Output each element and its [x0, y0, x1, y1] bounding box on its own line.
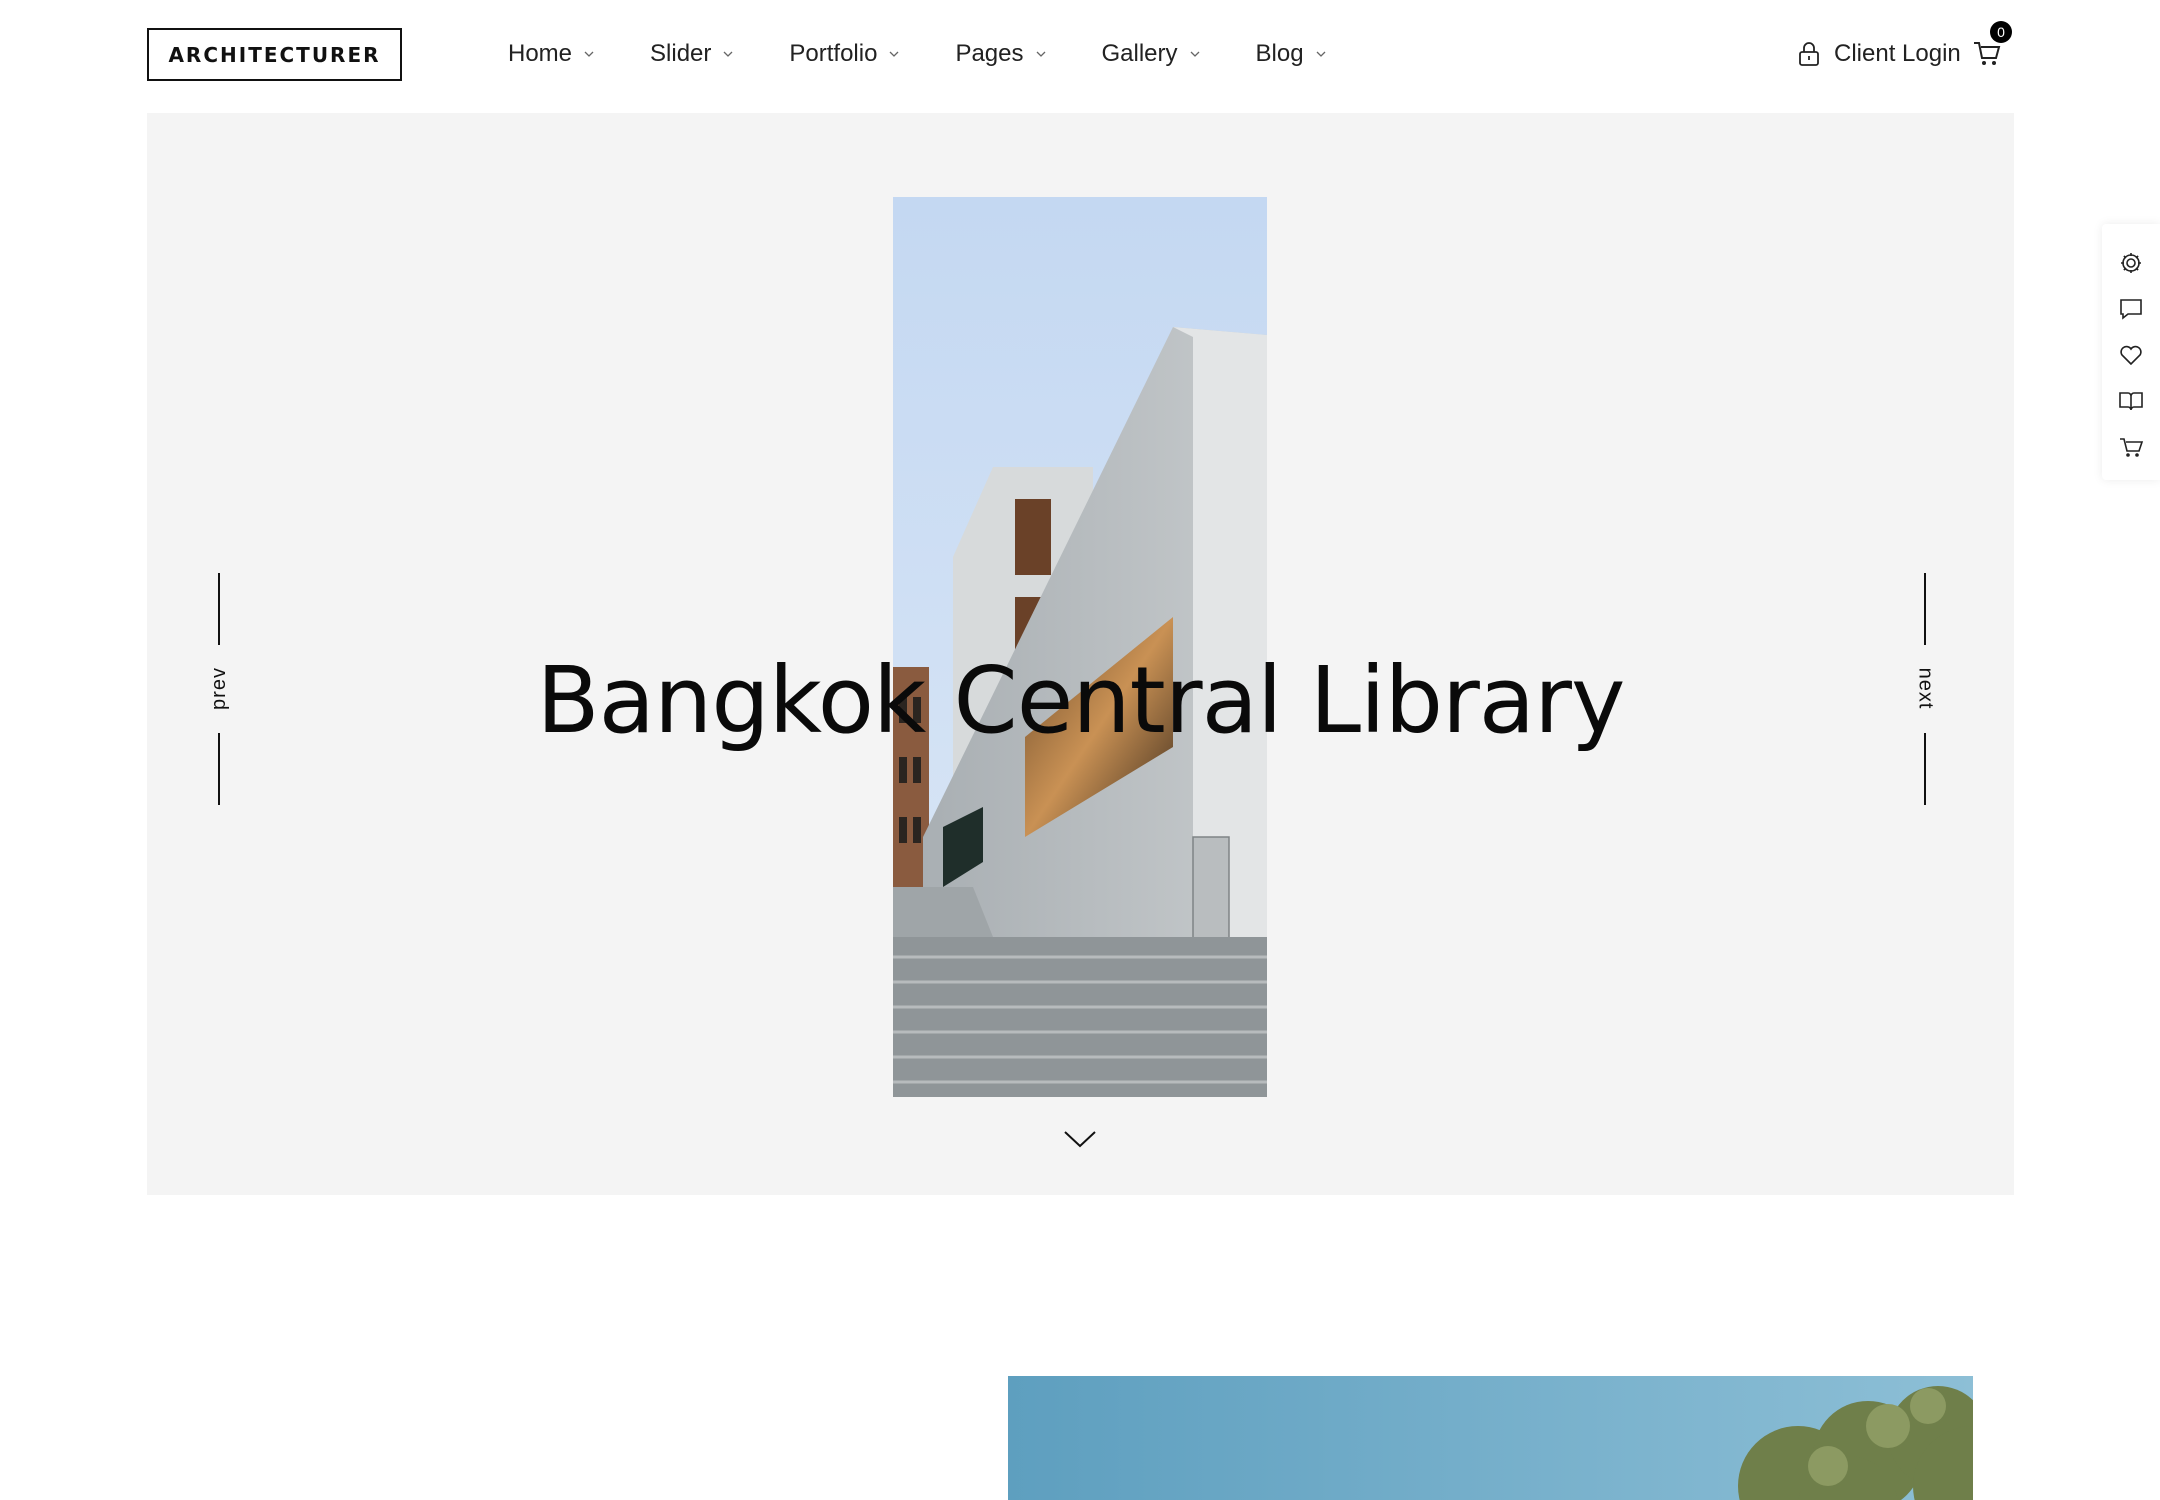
nav-item-gallery[interactable]: Gallery — [1102, 36, 1202, 72]
nav-item-slider[interactable]: Slider — [650, 36, 735, 72]
side-toolbar — [2102, 224, 2160, 480]
chevron-down-icon — [723, 51, 733, 57]
scroll-down-chevron-icon[interactable] — [1062, 1127, 1098, 1151]
next-label: next — [1914, 667, 1937, 709]
chevron-down-icon — [1316, 51, 1326, 57]
featured-image — [1008, 1376, 1973, 1500]
nav-item-home[interactable]: Home — [508, 36, 596, 72]
next-slide-button[interactable]: next — [1905, 573, 1945, 805]
nav-label: Pages — [955, 40, 1024, 67]
chevron-down-icon — [584, 51, 594, 57]
logo-text: ARCHITECTURER — [168, 42, 381, 67]
heart-icon[interactable] — [2118, 342, 2144, 368]
comment-icon[interactable] — [2118, 296, 2144, 322]
nav-label: Slider — [650, 40, 712, 67]
nav-label: Blog — [1255, 40, 1304, 67]
nav-label: Portfolio — [789, 40, 878, 67]
site-logo[interactable]: ARCHITECTURER — [147, 28, 402, 81]
prev-label: prev — [207, 666, 230, 710]
chevron-down-icon — [889, 51, 899, 57]
cart-icon[interactable] — [2118, 434, 2144, 460]
gear-icon[interactable] — [2118, 250, 2144, 276]
nav-label: Home — [508, 40, 573, 67]
chevron-down-icon — [1190, 51, 1199, 57]
client-login-label: Client Login — [1834, 40, 1961, 67]
cart-count-badge: 0 — [1990, 21, 2012, 43]
prev-slide-button[interactable]: prev — [199, 573, 239, 805]
nav-item-portfolio[interactable]: Portfolio — [789, 36, 901, 72]
book-icon[interactable] — [2118, 388, 2144, 414]
nav-item-pages[interactable]: Pages — [955, 36, 1047, 72]
nav-item-blog[interactable]: Blog — [1256, 36, 1328, 72]
hero-title: Bangkok Central Library — [536, 646, 1626, 754]
chevron-down-icon — [1036, 51, 1045, 57]
hero-slider: Bangkok Central Library prev next — [147, 113, 2014, 1195]
lock-icon — [1799, 42, 1819, 66]
nav-label: Gallery — [1101, 40, 1178, 67]
client-login-link[interactable]: Client Login — [1798, 36, 1961, 72]
main-nav: Home Slider Portfolio Pages Gallery Blog — [508, 36, 1382, 72]
